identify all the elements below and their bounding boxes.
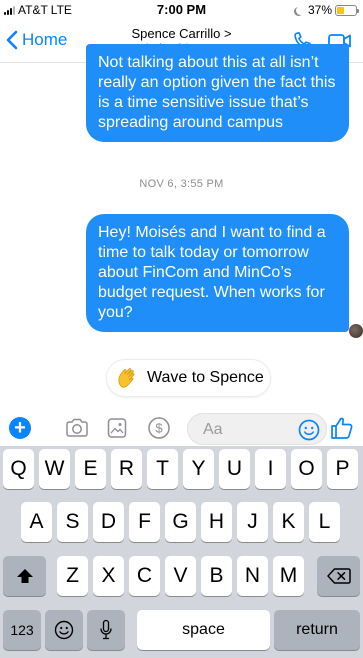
key-c[interactable]: C [129,556,160,596]
moon-icon [296,6,305,15]
key-q[interactable]: Q [3,449,34,489]
message-bubble[interactable]: Hey! Moisés and I want to find a time to… [86,214,349,332]
emoji-key[interactable] [45,610,83,650]
key-h[interactable]: H [201,502,232,542]
message-bubble[interactable]: Not talking about this at all isn’t real… [86,44,349,142]
backspace-key[interactable] [317,556,360,596]
key-x[interactable]: X [93,556,124,596]
numbers-key[interactable]: 123 [3,610,41,650]
key-v[interactable]: V [165,556,196,596]
key-o[interactable]: O [291,449,322,489]
key-m[interactable]: M [273,556,304,596]
key-d[interactable]: D [93,502,124,542]
thumbs-up-icon[interactable] [329,415,355,441]
dictation-key[interactable] [87,610,125,650]
read-receipt-avatar [349,324,363,338]
wave-button-label: Wave to Spence [147,369,264,386]
key-l[interactable]: L [309,502,340,542]
key-u[interactable]: U [219,449,250,489]
smiley-icon[interactable] [298,419,320,441]
backspace-icon [326,568,351,584]
key-e[interactable]: E [75,449,106,489]
image-icon[interactable] [106,416,128,440]
key-s[interactable]: S [57,502,88,542]
key-n[interactable]: N [237,556,268,596]
key-g[interactable]: G [165,502,196,542]
key-y[interactable]: Y [183,449,214,489]
message-input-placeholder: Aa [203,421,223,438]
emoji-key-icon [54,620,74,640]
dollar-icon[interactable]: $ [147,416,171,440]
shift-key[interactable] [3,556,46,596]
wave-button[interactable]: Wave to Spence [107,360,270,396]
svg-text:$: $ [155,421,163,436]
waving-hand-icon [118,368,135,388]
keyboard: QWERTYUIOP ASDFGHJKL ZXCVBNM 123 space r… [0,446,363,658]
key-p[interactable]: P [327,449,358,489]
composer-bar: + $ Aa [0,410,363,446]
microphone-icon [100,619,112,640]
return-key[interactable]: return [274,610,360,650]
key-t[interactable]: T [147,449,178,489]
message-input[interactable]: Aa [187,413,327,445]
status-bar: AT&T LTE 7:00 PM 37% [0,0,363,20]
key-r[interactable]: R [111,449,142,489]
key-f[interactable]: F [129,502,160,542]
key-z[interactable]: Z [57,556,88,596]
key-a[interactable]: A [21,502,52,542]
status-right: 37% [294,3,359,17]
key-k[interactable]: K [273,502,304,542]
camera-icon[interactable] [64,416,90,440]
plus-icon[interactable]: + [9,417,31,439]
battery-percent: 37% [307,3,332,17]
key-w[interactable]: W [39,449,70,489]
battery-icon [335,4,359,16]
key-i[interactable]: I [255,449,286,489]
key-b[interactable]: B [201,556,232,596]
message-timestamp: NOV 6, 3:55 PM [139,178,224,190]
shift-icon [16,569,33,583]
key-j[interactable]: J [237,502,268,542]
space-key[interactable]: space [137,610,270,650]
